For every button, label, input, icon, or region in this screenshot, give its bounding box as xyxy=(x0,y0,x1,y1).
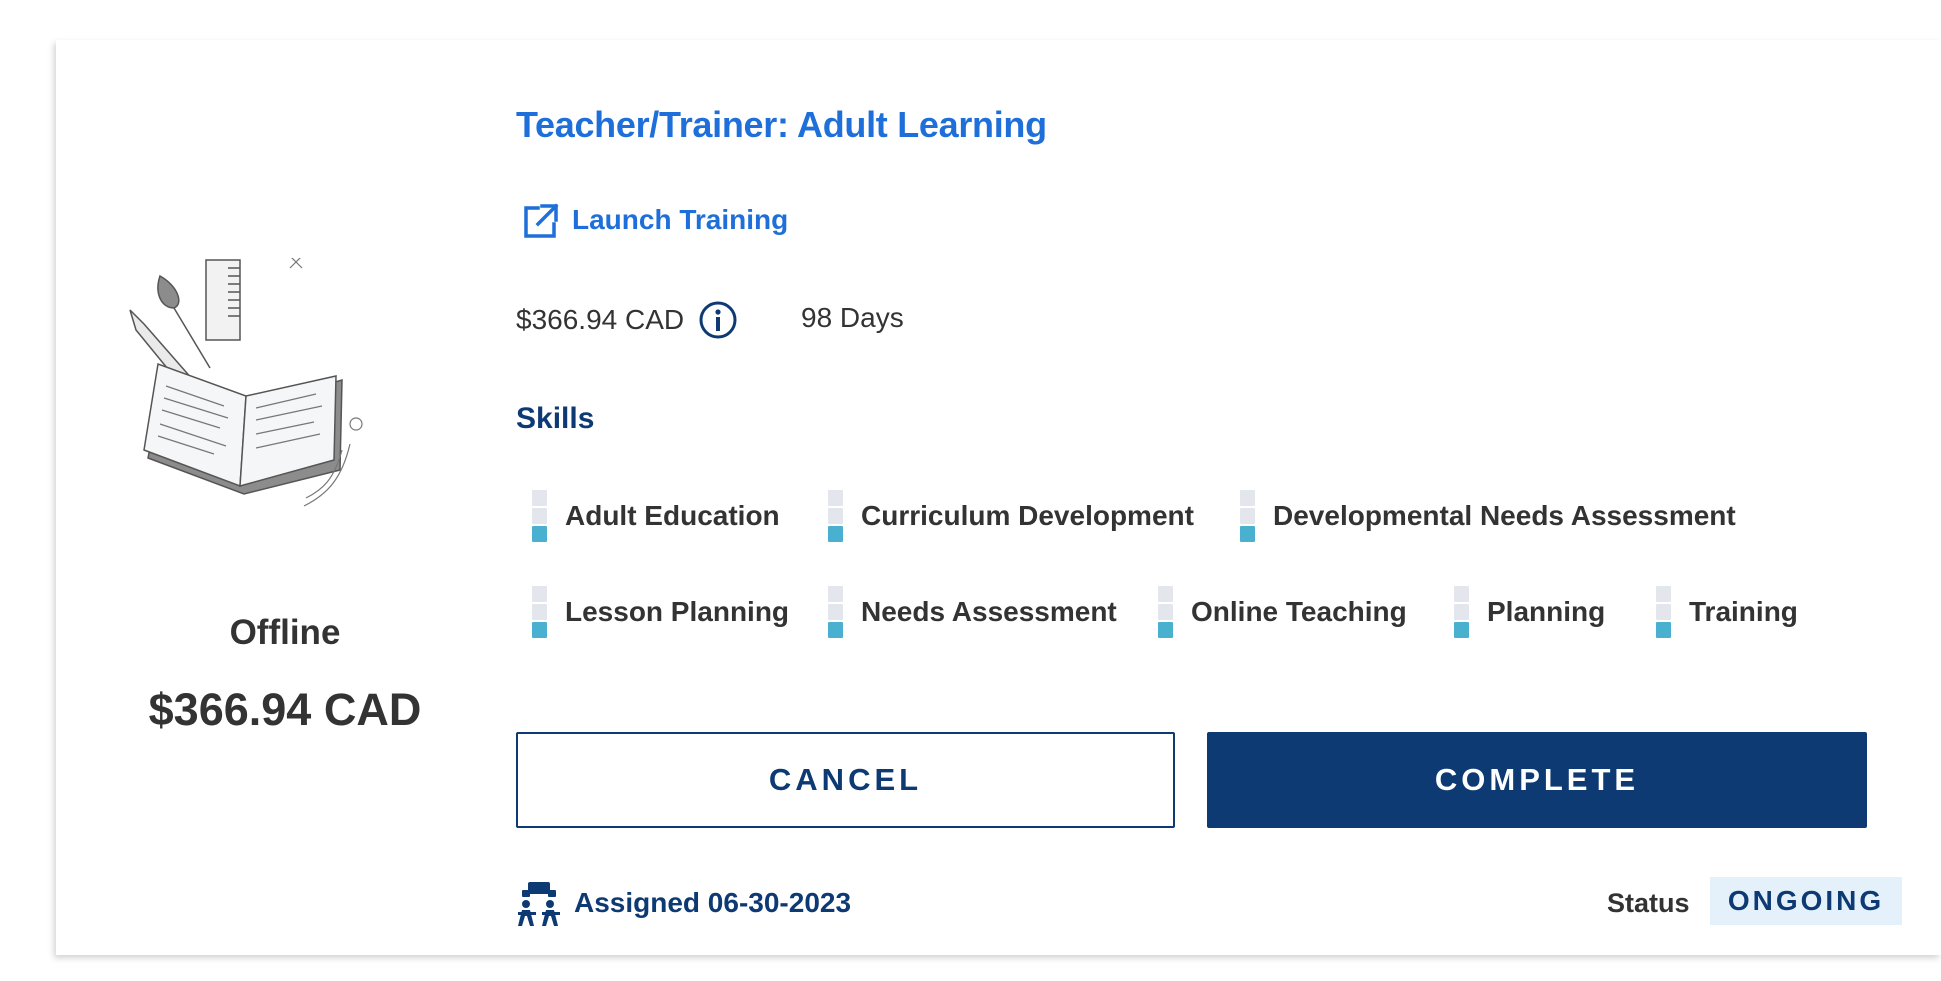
skill-level-indicator xyxy=(828,490,843,542)
skill-label: Training xyxy=(1689,596,1798,627)
skill-training: Training xyxy=(1656,586,1798,638)
skill-level-indicator xyxy=(1158,586,1173,638)
book-illustration xyxy=(129,258,363,507)
duration-value: 98 Days xyxy=(801,302,904,333)
assigned-date: Assigned 06-30-2023 xyxy=(574,887,852,918)
skill-needs-assessment: Needs Assessment xyxy=(828,586,1117,638)
external-link-icon xyxy=(524,203,559,238)
cancel-button[interactable]: CANCEL xyxy=(516,732,1175,828)
skill-lesson-planning: Lesson Planning xyxy=(532,586,789,638)
price-summary: $366.94 CAD xyxy=(148,684,422,735)
skill-label: Needs Assessment xyxy=(861,596,1117,627)
price-value: $366.94 CAD xyxy=(516,304,685,335)
skill-curriculum-development: Curriculum Development xyxy=(828,490,1194,542)
skill-label: Lesson Planning xyxy=(565,596,790,627)
skill-label: Curriculum Development xyxy=(861,500,1194,531)
skill-level-indicator xyxy=(532,490,547,542)
launch-training-link[interactable]: Launch Training xyxy=(520,200,788,240)
info-circle-icon[interactable] xyxy=(698,300,738,340)
skill-label: Adult Education xyxy=(565,500,780,531)
skills-heading: Skills xyxy=(516,402,595,435)
course-title[interactable]: Teacher/Trainer: Adult Learning xyxy=(516,104,1047,146)
status-badge: ONGOING xyxy=(1710,877,1902,925)
launch-training-label: Launch Training xyxy=(572,204,789,235)
skill-planning: Planning xyxy=(1454,586,1605,638)
skill-label: Planning xyxy=(1487,596,1606,627)
skill-level-indicator xyxy=(828,586,843,638)
skill-level-indicator xyxy=(1656,586,1671,638)
skill-adult-education: Adult Education xyxy=(532,490,780,542)
skill-level-indicator xyxy=(1454,586,1469,638)
complete-button[interactable]: COMPLETE xyxy=(1207,732,1867,828)
cost-row: $366.94 CAD xyxy=(516,300,738,340)
skill-label: Developmental Needs Assessment xyxy=(1273,500,1736,531)
skill-developmental-needs-assessment: Developmental Needs Assessment xyxy=(1240,490,1736,542)
skill-label: Online Teaching xyxy=(1191,596,1407,627)
delivery-mode: Offline xyxy=(229,613,341,652)
status-label: Status xyxy=(1607,888,1690,918)
skill-level-indicator xyxy=(532,586,547,638)
assigned-info: Assigned 06-30-2023 xyxy=(516,880,851,926)
classroom-icon xyxy=(518,882,560,926)
skill-online-teaching: Online Teaching xyxy=(1158,586,1407,638)
skill-level-indicator xyxy=(1240,490,1255,542)
